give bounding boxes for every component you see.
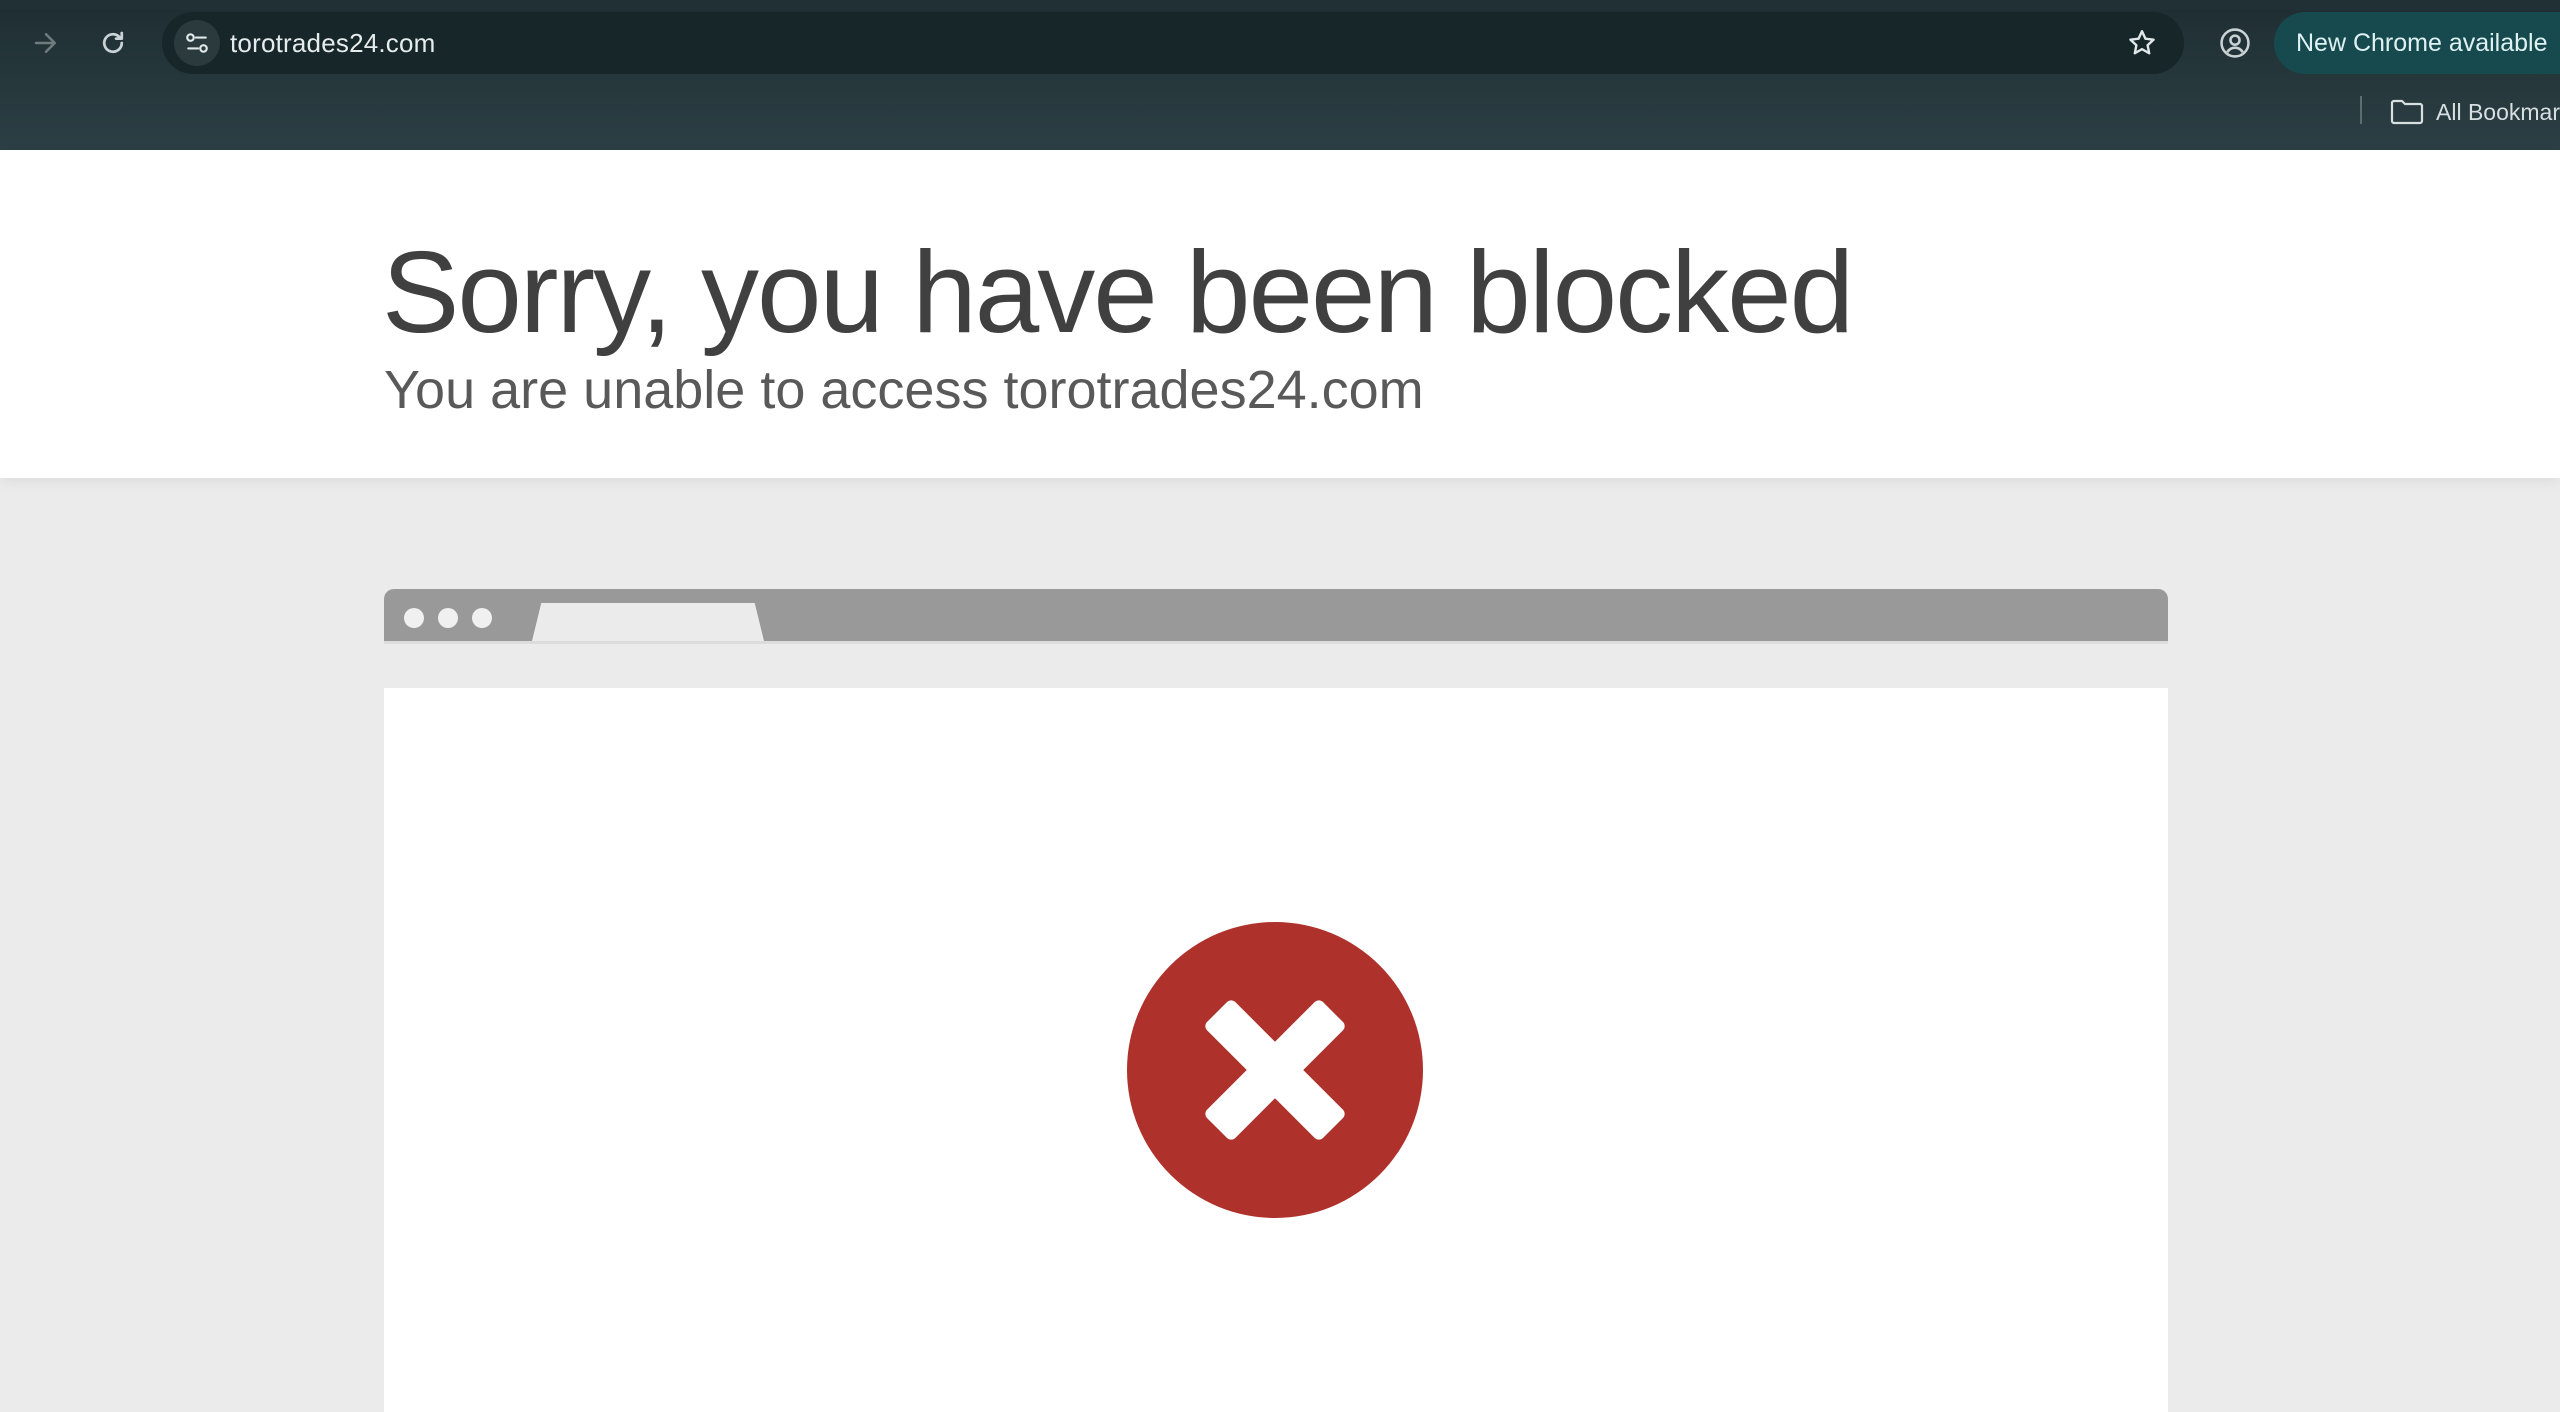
bookmark-star-button[interactable] (2122, 23, 2162, 63)
illustration-dot (438, 608, 458, 628)
window-top-edge (0, 0, 2560, 10)
reload-icon (102, 31, 124, 54)
all-bookmarks-label: All Bookmarks (2436, 98, 2560, 125)
reload-button[interactable] (85, 18, 141, 68)
page-title: Sorry, you have been blocked (382, 227, 1854, 357)
star-icon (2129, 30, 2155, 55)
all-bookmarks-button[interactable]: All Bookmarks (2390, 92, 2560, 132)
illustration-window (384, 688, 2168, 1412)
profile-button[interactable] (2210, 18, 2260, 68)
x-circle-icon (1127, 922, 1423, 1218)
arrow-right-icon (34, 33, 56, 53)
bookmarks-divider (2360, 96, 2362, 124)
tune-icon (186, 33, 208, 53)
site-info-button[interactable] (174, 20, 220, 66)
illustration-dot (404, 608, 424, 628)
illustration-dot (472, 608, 492, 628)
block-page-header: Sorry, you have been blocked You are una… (0, 150, 2560, 478)
folder-icon (2390, 99, 2424, 125)
illustration-tab (532, 603, 764, 641)
illustration-bar-shadow (384, 641, 2168, 644)
forward-button[interactable] (18, 18, 74, 68)
address-bar[interactable]: torotrades24.com (162, 12, 2184, 74)
browser-toolbar: torotrades24.com New Chrome available Al… (0, 0, 2560, 150)
new-chrome-available-button[interactable]: New Chrome available (2274, 12, 2560, 74)
illustration-browser-bar (384, 589, 2168, 641)
account-circle-icon (2220, 28, 2250, 58)
page-subtitle: You are unable to access torotrades24.co… (384, 360, 1424, 420)
url-text[interactable]: torotrades24.com (230, 12, 436, 74)
